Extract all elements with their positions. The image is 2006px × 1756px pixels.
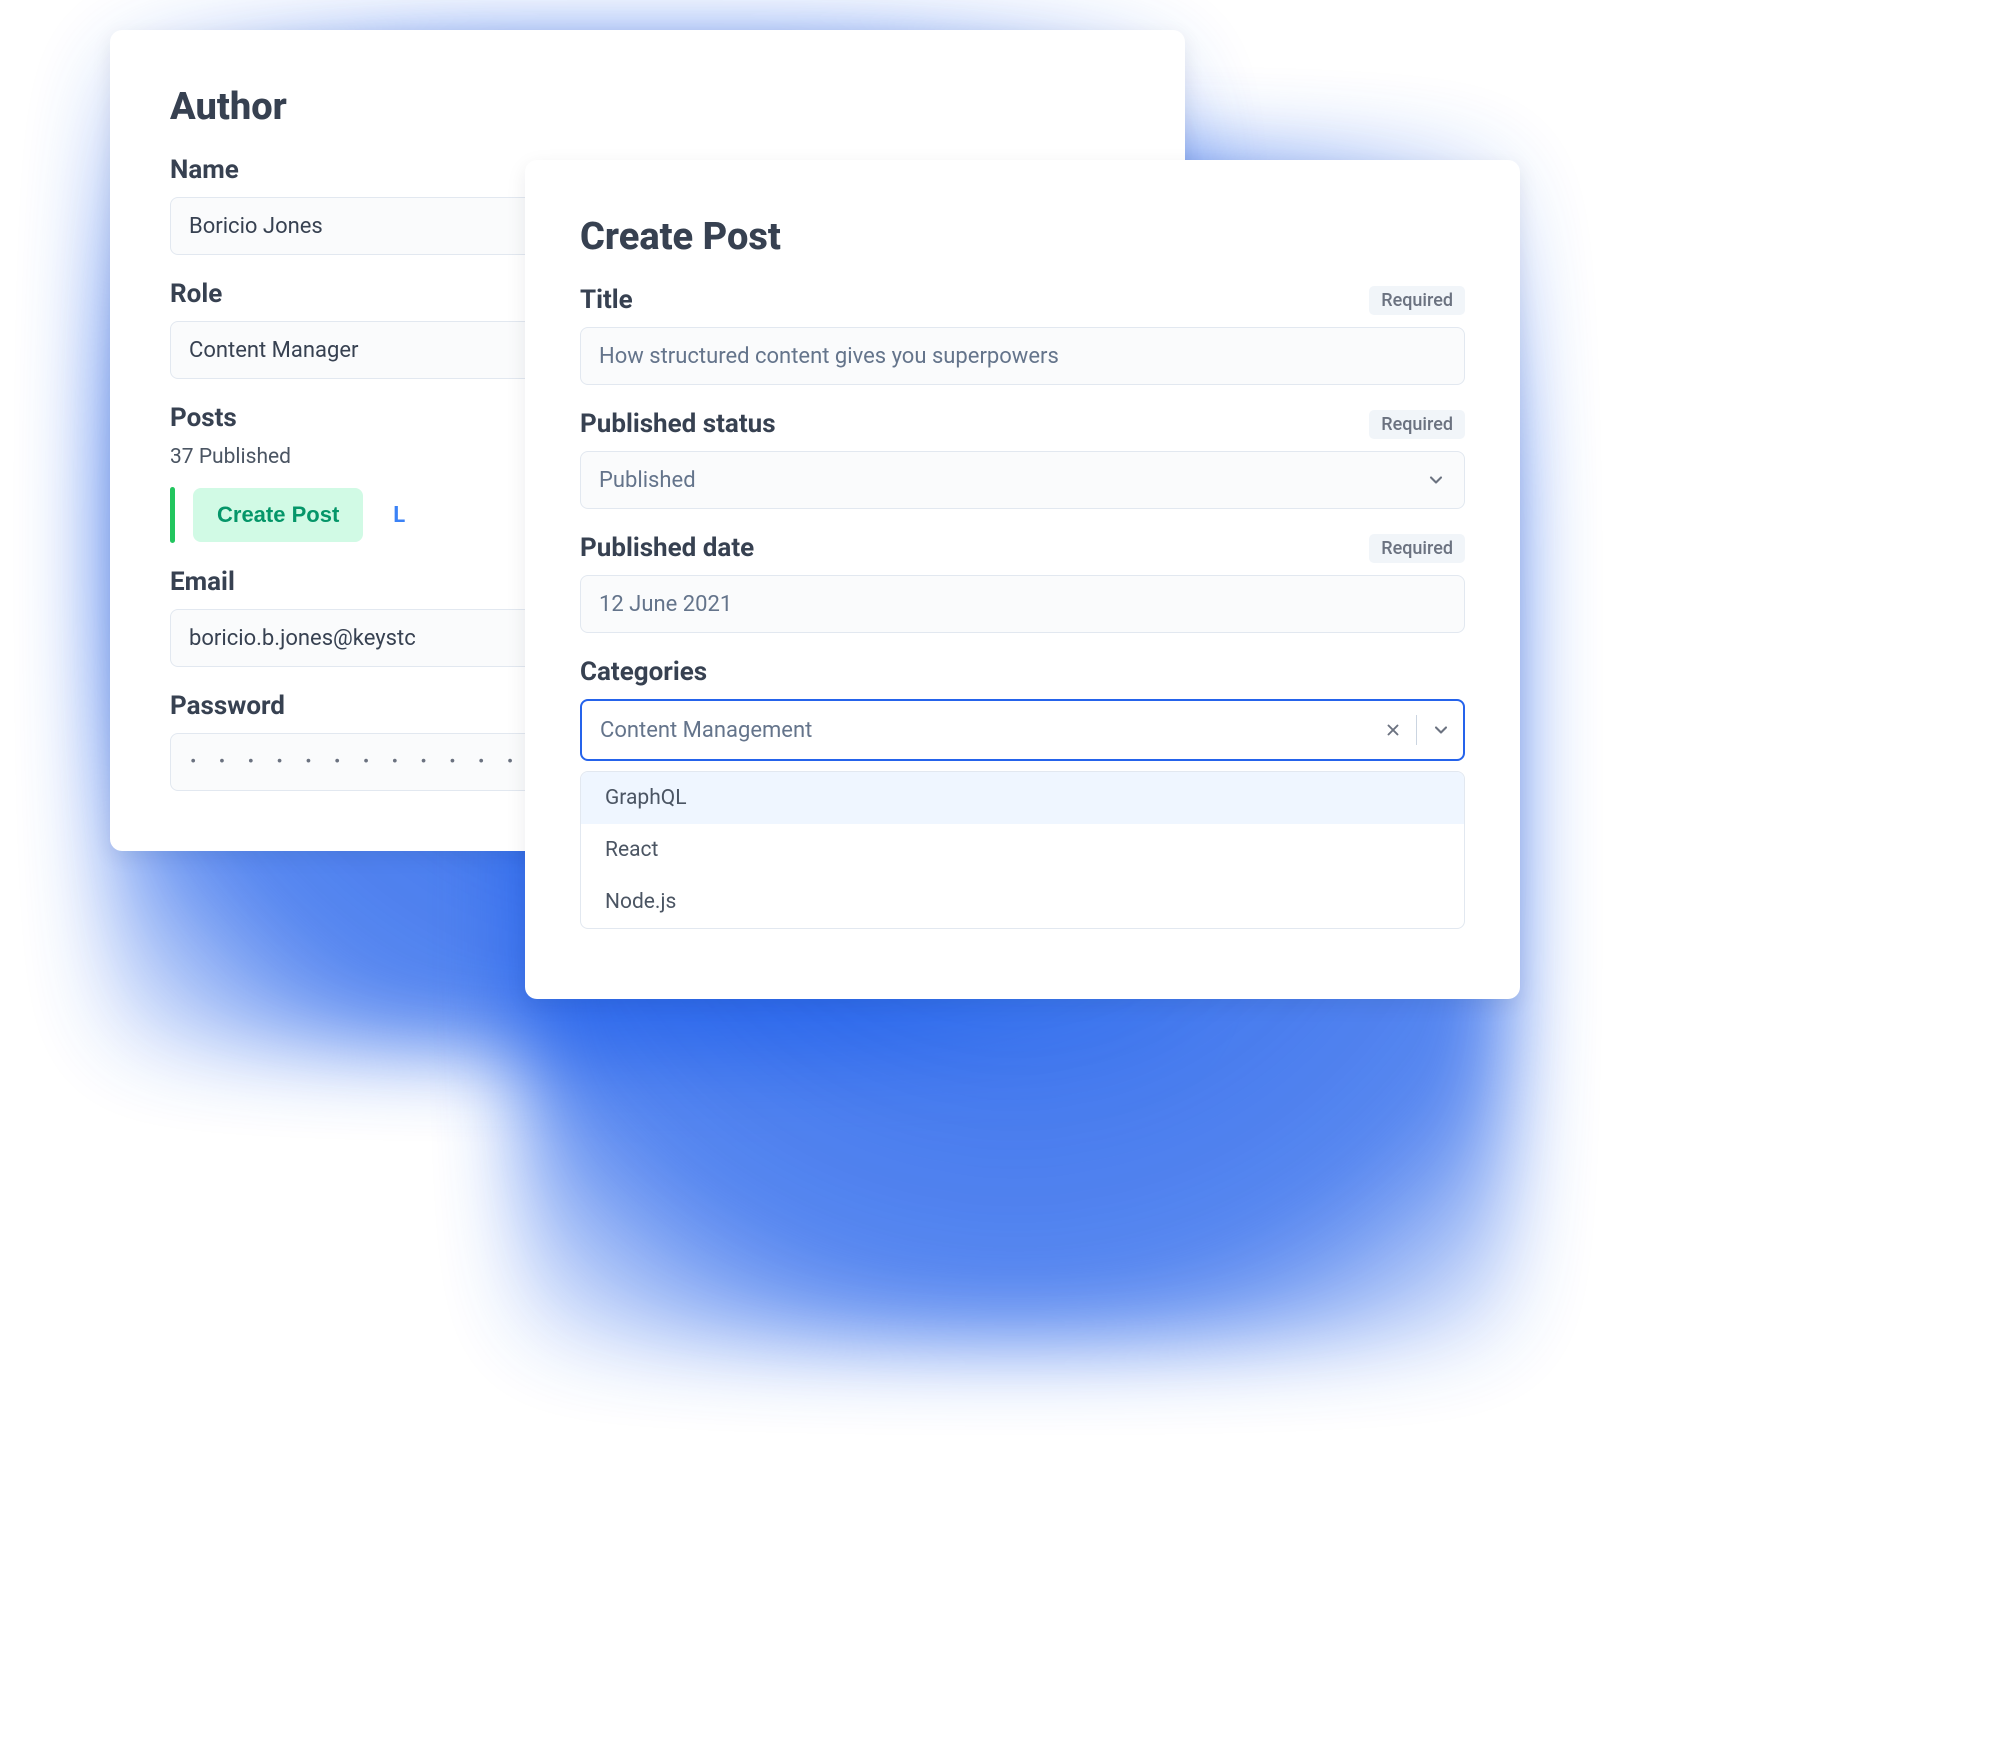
status-value: Published xyxy=(599,468,696,493)
date-input[interactable]: 12 June 2021 xyxy=(580,575,1465,633)
title-value: How structured content gives you superpo… xyxy=(599,344,1059,369)
post-card-title: Create Post xyxy=(580,215,1465,259)
date-field: Published date Required 12 June 2021 xyxy=(580,533,1465,633)
create-post-button[interactable]: Create Post xyxy=(193,488,363,542)
posts-label: Posts xyxy=(170,403,237,433)
status-select[interactable]: Published xyxy=(580,451,1465,509)
dropdown-option[interactable]: GraphQL xyxy=(581,772,1464,824)
chevron-down-icon[interactable] xyxy=(1431,720,1451,740)
name-value: Boricio Jones xyxy=(189,214,323,239)
author-card-title: Author xyxy=(170,85,1125,129)
email-label: Email xyxy=(170,567,235,597)
categories-label: Categories xyxy=(580,657,707,687)
dropdown-option[interactable]: React xyxy=(581,824,1464,876)
select-controls xyxy=(1384,715,1452,745)
categories-select[interactable]: Content Management xyxy=(580,699,1465,761)
name-label: Name xyxy=(170,155,239,185)
date-value: 12 June 2021 xyxy=(599,592,732,617)
role-value: Content Manager xyxy=(189,338,358,363)
status-label: Published status xyxy=(580,409,776,439)
create-post-card: Create Post Title Required How structure… xyxy=(525,160,1520,999)
categories-dropdown: GraphQL React Node.js xyxy=(580,771,1465,929)
status-field: Published status Required Published xyxy=(580,409,1465,509)
email-value: boricio.b.jones@keystc xyxy=(189,626,416,651)
accent-bar xyxy=(170,487,175,543)
categories-value: Content Management xyxy=(600,718,812,743)
chevron-down-icon xyxy=(1426,470,1446,490)
title-required-badge: Required xyxy=(1369,286,1465,315)
status-required-badge: Required xyxy=(1369,410,1465,439)
title-label: Title xyxy=(580,285,633,315)
select-divider xyxy=(1416,715,1418,745)
link-fragment[interactable]: L xyxy=(393,503,405,528)
role-label: Role xyxy=(170,279,222,309)
date-required-badge: Required xyxy=(1369,534,1465,563)
title-field: Title Required How structured content gi… xyxy=(580,285,1465,385)
dropdown-option[interactable]: Node.js xyxy=(581,876,1464,928)
categories-field: Categories Content Management GraphQL Re… xyxy=(580,657,1465,929)
clear-icon[interactable] xyxy=(1384,721,1402,739)
title-input[interactable]: How structured content gives you superpo… xyxy=(580,327,1465,385)
password-label: Password xyxy=(170,691,285,721)
date-label: Published date xyxy=(580,533,754,563)
